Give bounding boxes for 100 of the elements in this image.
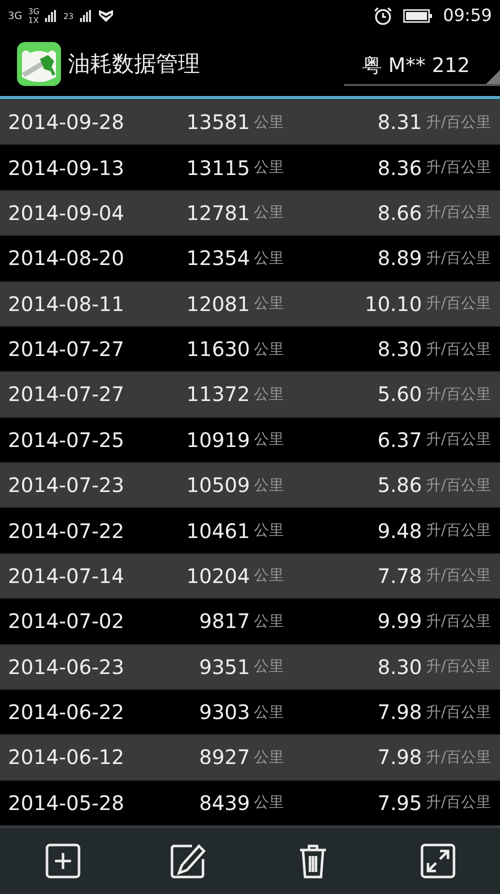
date-text: 2014-06-23: [8, 654, 126, 679]
record-row[interactable]: 2014-06-12 8927 公里 7.98 升/百公里: [0, 735, 500, 781]
consumption-value: 8.89: [376, 246, 422, 270]
mileage-value: 8439: [198, 790, 250, 815]
date-text: 2014-09-13: [8, 156, 126, 180]
mileage-value: 11372: [185, 382, 250, 406]
edit-button[interactable]: [170, 843, 206, 879]
consumption-unit: 升/百公里: [425, 384, 492, 404]
mileage-unit: 公里: [253, 203, 285, 222]
mileage-value: 10919: [185, 428, 250, 452]
mileage-unit: 公里: [253, 384, 285, 404]
consumption-value: 8.36: [376, 156, 422, 180]
app-title: 油耗数据管理: [68, 51, 201, 79]
consumption-value: 5.86: [376, 473, 422, 498]
consumption-value: 9.48: [376, 518, 422, 543]
expand-button[interactable]: [420, 843, 456, 879]
mileage-unit: 公里: [253, 430, 285, 450]
date-text: 2014-08-20: [8, 246, 126, 270]
record-row[interactable]: 2014-07-27 11372 公里 5.60 升/百公里: [0, 372, 500, 418]
date-text: 2014-07-27: [8, 382, 126, 406]
consumption-value: 7.98: [376, 745, 422, 770]
consumption-unit: 升/百公里: [425, 112, 492, 132]
consumption-unit: 升/百公里: [425, 748, 492, 767]
consumption-value: 6.37: [376, 428, 422, 452]
consumption-value: 7.98: [376, 700, 422, 724]
date-text: 2014-07-23: [8, 473, 126, 498]
mileage-value: 13581: [185, 110, 250, 134]
mileage-value: 12781: [185, 200, 250, 225]
mileage-unit: 公里: [253, 566, 285, 586]
consumption-unit: 升/百公里: [425, 521, 492, 540]
consumption-unit: 升/百公里: [425, 657, 492, 676]
mileage-value: 9351: [198, 654, 250, 679]
expand-icon: [420, 843, 456, 879]
mileage-unit: 公里: [253, 702, 285, 722]
date-text: 2014-08-11: [8, 292, 126, 316]
vehicle-selector[interactable]: 粤 M** 212: [344, 46, 500, 86]
mileage-unit: 公里: [253, 248, 285, 268]
record-row[interactable]: 2014-07-14 10204 公里 7.78 升/百公里: [0, 554, 500, 600]
mileage-unit: 公里: [253, 294, 285, 314]
consumption-unit: 升/百公里: [425, 248, 492, 268]
date-text: 2014-05-28: [8, 790, 126, 815]
date-text: 2014-06-12: [8, 745, 126, 770]
date-text: 2014-07-02: [8, 609, 126, 634]
consumption-value: 9.99: [376, 609, 422, 634]
date-text: 2014-07-27: [8, 337, 126, 362]
consumption-unit: 升/百公里: [425, 294, 492, 314]
mileage-unit: 公里: [253, 793, 285, 812]
mileage-unit: 公里: [253, 521, 285, 540]
mileage-unit: 公里: [253, 340, 285, 359]
consumption-unit: 升/百公里: [425, 158, 492, 178]
consumption-value: 5.60: [376, 382, 422, 406]
consumption-value: 7.95: [376, 790, 422, 815]
record-row[interactable]: 2014-08-11 12081 公里 10.10 升/百公里: [0, 282, 500, 327]
network-indicator: 3G: [8, 10, 22, 22]
record-row[interactable]: 2014-06-23 9351 公里 8.30 升/百公里: [0, 644, 500, 690]
mileage-value: 13115: [185, 156, 250, 180]
mileage-value: 12081: [185, 292, 250, 316]
signal-icon: [45, 10, 58, 22]
mileage-unit: 公里: [253, 748, 285, 767]
record-row[interactable]: 2014-09-28 13581 公里 8.31 升/百公里: [0, 100, 500, 146]
consumption-value: 8.30: [376, 337, 422, 362]
sim-signal-label: 1X: [28, 16, 40, 25]
pencil-icon: [170, 843, 206, 879]
date-text: 2014-09-04: [8, 200, 126, 225]
shield-icon: [98, 9, 114, 23]
signal-icon: [80, 10, 92, 22]
fuel-nozzle-icon: [16, 41, 62, 87]
consumption-unit: 升/百公里: [425, 340, 492, 359]
consumption-value: 8.30: [376, 654, 422, 679]
mileage-value: 9817: [198, 609, 250, 634]
consumption-unit: 升/百公里: [425, 430, 492, 450]
consumption-unit: 升/百公里: [425, 203, 492, 222]
mileage-value: 9303: [198, 700, 250, 724]
consumption-value: 7.78: [376, 564, 422, 588]
date-text: 2014-06-22: [8, 700, 126, 724]
mileage-value: 10461: [185, 518, 250, 543]
dropdown-corner-icon: [486, 70, 500, 84]
date-text: 2014-09-28: [8, 110, 126, 134]
record-row[interactable]: 2014-07-23 10509 公里 5.86 升/百公里: [0, 463, 500, 508]
consumption-unit: 升/百公里: [425, 702, 492, 722]
plus-icon: [44, 843, 80, 879]
add-button[interactable]: [44, 843, 80, 879]
mileage-unit: 公里: [253, 158, 285, 178]
consumption-value: 8.66: [376, 200, 422, 225]
sim-signal-label: 23: [63, 12, 74, 20]
mileage-value: 11630: [185, 337, 250, 362]
alarm-icon: [373, 6, 393, 26]
mileage-unit: 公里: [253, 657, 285, 676]
consumption-unit: 升/百公里: [425, 476, 492, 495]
mileage-value: 12354: [185, 246, 250, 270]
mileage-unit: 公里: [253, 112, 285, 132]
mileage-value: 10204: [185, 564, 250, 588]
mileage-unit: 公里: [253, 612, 285, 631]
date-text: 2014-07-25: [8, 428, 126, 452]
consumption-value: 8.31: [376, 110, 422, 134]
record-row[interactable]: 2014-09-04 12781 公里 8.66 升/百公里: [0, 190, 500, 236]
consumption-unit: 升/百公里: [425, 793, 492, 812]
mileage-value: 8927: [198, 745, 250, 770]
battery-icon: [403, 8, 433, 24]
mileage-value: 10509: [185, 473, 250, 498]
